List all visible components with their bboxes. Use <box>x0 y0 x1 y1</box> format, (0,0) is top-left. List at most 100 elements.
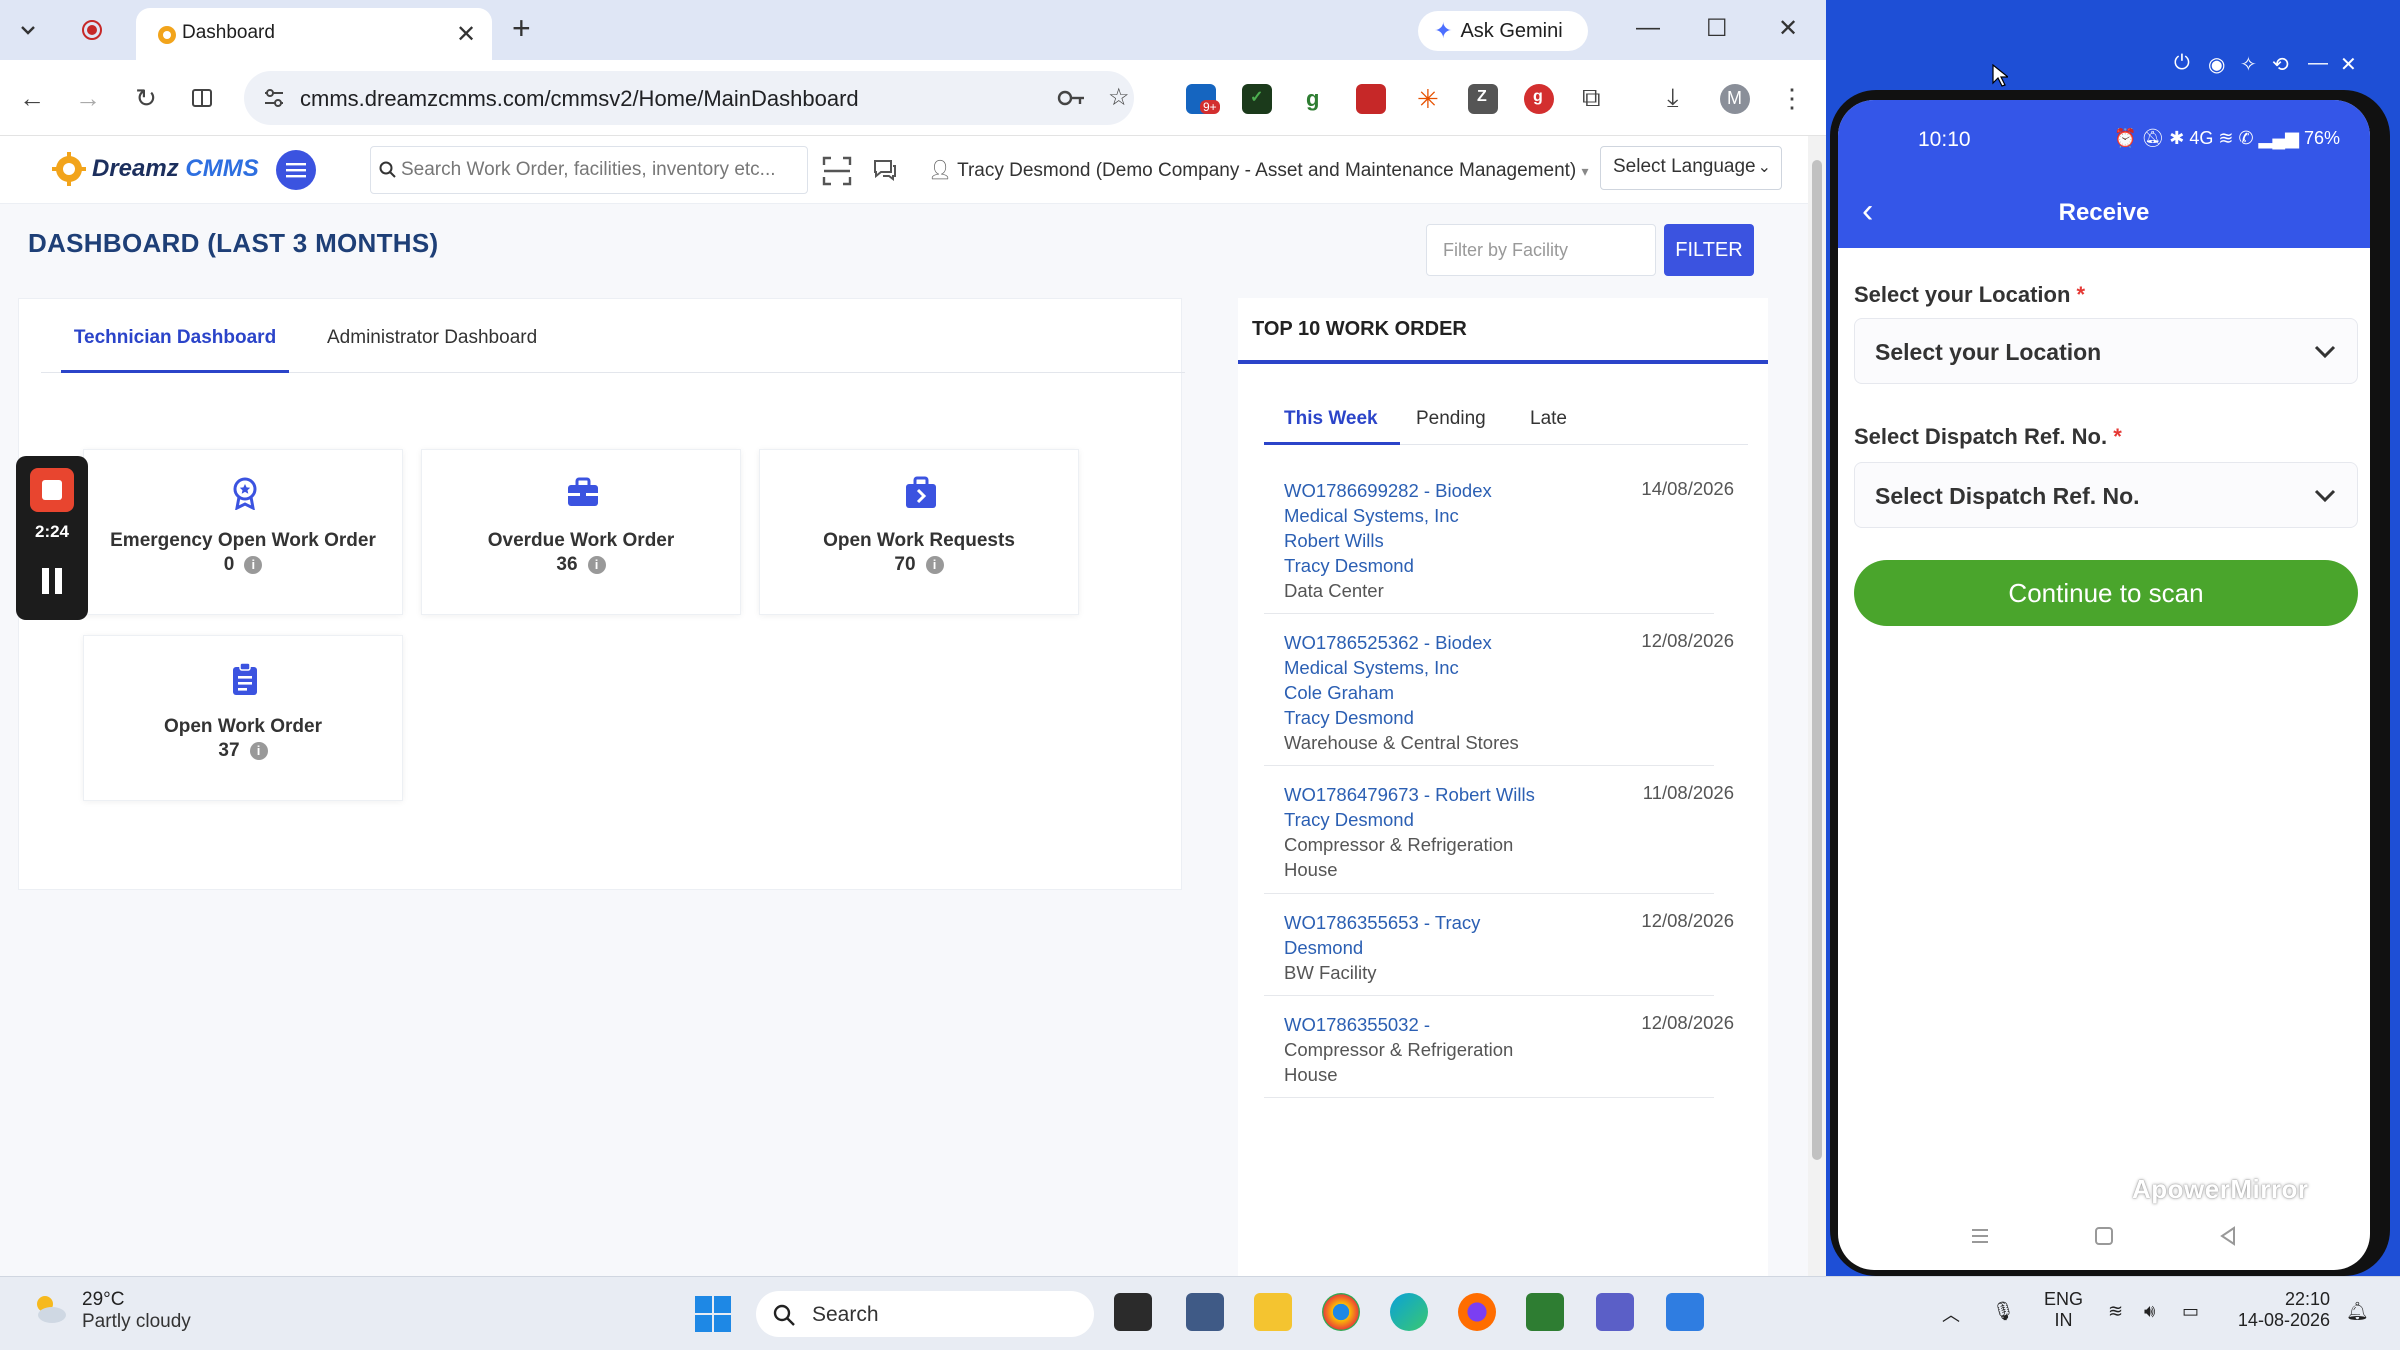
tab-this-week[interactable]: This Week <box>1284 408 1378 430</box>
extension-z-icon[interactable]: Z <box>1468 84 1498 114</box>
continue-to-scan-button[interactable]: Continue to scan <box>1854 560 2358 626</box>
address-bar[interactable]: cmms.dreamzcmms.com/cmmsv2/Home/MainDash… <box>244 71 1134 125</box>
edge-icon[interactable] <box>1390 1293 1428 1331</box>
split-view-icon[interactable] <box>186 82 218 114</box>
scrollbar-thumb[interactable] <box>1812 160 1822 1160</box>
power-icon[interactable]: ⏻ <box>2174 52 2190 75</box>
back-nav-icon[interactable] <box>2218 1226 2238 1246</box>
windows-start-icon[interactable] <box>694 1295 732 1333</box>
pause-icon[interactable] <box>40 566 64 596</box>
page-scrollbar[interactable] <box>1808 136 1826 1276</box>
tab-technician-dashboard[interactable]: Technician Dashboard <box>61 299 289 373</box>
wo-line[interactable]: Medical Systems, Inc <box>1284 655 1714 680</box>
mail-app-icon[interactable] <box>1186 1293 1224 1331</box>
kpi-emergency-open-work-order[interactable]: Emergency Open Work Order 0i <box>83 449 403 615</box>
language-select[interactable]: Select Language ⌄ <box>1600 146 1782 190</box>
kpi-open-work-requests[interactable]: Open Work Requests 70 i <box>759 449 1079 615</box>
tab-late[interactable]: Late <box>1530 408 1567 430</box>
notifications-bell-icon[interactable]: 🔔︎ <box>2346 1301 2369 1322</box>
firefox-icon[interactable] <box>1458 1293 1496 1331</box>
wo-line[interactable]: Desmond <box>1284 935 1714 960</box>
rotate-icon[interactable]: ⟲ <box>2272 52 2289 77</box>
wo-line[interactable]: Robert Wills <box>1284 528 1714 553</box>
back-icon[interactable]: ← <box>16 82 48 114</box>
kpi-overdue-work-order[interactable]: Overdue Work Order 36 i <box>421 449 741 615</box>
facility-filter-field[interactable] <box>1426 224 1656 276</box>
info-icon[interactable]: i <box>925 555 944 574</box>
close-window-icon[interactable]: ✕ <box>1778 14 1798 43</box>
clock[interactable]: 22:10 14-08-2026 <box>2234 1289 2330 1331</box>
extensions-puzzle-icon[interactable]: ⧉ <box>1580 82 1610 114</box>
wo-line[interactable]: Medical Systems, Inc <box>1284 503 1714 528</box>
apowermirror-app-icon[interactable] <box>1666 1293 1704 1331</box>
new-tab-button[interactable]: + <box>512 12 531 44</box>
info-icon[interactable]: i <box>249 741 268 760</box>
browser-menu-icon[interactable]: ⋮ <box>1776 82 1808 114</box>
ask-gemini-button[interactable]: ✦ Ask Gemini <box>1418 11 1588 51</box>
scan-icon[interactable] <box>822 156 852 186</box>
tab-dashboard[interactable]: Dashboard ✕ <box>136 8 492 60</box>
wifi-icon[interactable]: ≋ <box>2108 1301 2123 1322</box>
dispatch-select[interactable]: Select Dispatch Ref. No. <box>1854 462 2358 528</box>
work-order-item[interactable]: WO1786355032 - Compressor & Refrigeratio… <box>1264 996 1734 1098</box>
weather-widget[interactable]: 29°C Partly cloudy <box>30 1289 191 1333</box>
record-screen-icon[interactable]: ◉ <box>2208 52 2225 77</box>
global-search[interactable] <box>370 146 808 194</box>
close-mirror-icon[interactable]: ✕ <box>2340 52 2357 77</box>
info-icon[interactable]: i <box>244 555 263 574</box>
extension-1-icon[interactable]: 9+ <box>1186 84 1220 114</box>
battery-icon[interactable]: ▭ <box>2182 1301 2199 1322</box>
home-icon[interactable] <box>2094 1226 2114 1246</box>
minimize-mirror-icon[interactable]: — <box>2308 52 2328 75</box>
wo-line[interactable]: Cole Graham <box>1284 680 1714 705</box>
tab-search-chevron-icon[interactable] <box>12 14 44 46</box>
taskbar-search[interactable]: Search <box>756 1291 1094 1337</box>
extension-check-icon[interactable]: ✓ <box>1242 84 1272 114</box>
profile-avatar[interactable]: M <box>1720 84 1750 114</box>
extension-leaf-icon[interactable]: g <box>1298 84 1328 114</box>
work-order-item[interactable]: WO1786479673 - Robert Wills Tracy Desmon… <box>1264 766 1734 894</box>
teams-icon[interactable] <box>1596 1293 1634 1331</box>
wo-line[interactable]: Tracy Desmond <box>1284 807 1714 832</box>
reload-icon[interactable]: ↻ <box>130 82 162 114</box>
work-order-item[interactable]: WO1786525362 - Biodex Medical Systems, I… <box>1264 614 1734 766</box>
info-icon[interactable]: i <box>587 555 606 574</box>
pin-icon[interactable]: ✧ <box>2240 52 2257 77</box>
task-view-icon[interactable] <box>1114 1293 1152 1331</box>
wo-line[interactable]: Tracy Desmond <box>1284 553 1714 578</box>
microphone-icon[interactable]: 🎙︎ <box>1992 1301 2015 1322</box>
show-hidden-icons-icon[interactable]: ︿ <box>1942 1301 1960 1327</box>
download-icon[interactable]: ⤓ <box>1662 82 1692 114</box>
facility-filter-input[interactable] <box>1427 225 1655 275</box>
photos-app-icon[interactable] <box>1526 1293 1564 1331</box>
minimize-icon[interactable]: — <box>1636 14 1660 42</box>
tab-pending[interactable]: Pending <box>1416 408 1486 430</box>
kpi-open-work-order[interactable]: Open Work Order 37 i <box>83 635 403 801</box>
password-key-icon[interactable] <box>1056 87 1086 109</box>
stop-recording-button[interactable] <box>30 468 74 512</box>
wo-line[interactable]: Tracy Desmond <box>1284 705 1714 730</box>
file-explorer-icon[interactable] <box>1254 1293 1292 1331</box>
work-order-item[interactable]: WO1786699282 - Biodex Medical Systems, I… <box>1264 462 1734 614</box>
close-tab-icon[interactable]: ✕ <box>456 20 476 49</box>
user-menu[interactable]: 👤︎ Tracy Desmond (Demo Company - Asset a… <box>928 158 1589 182</box>
extension-pdf-icon[interactable] <box>1356 84 1386 114</box>
forward-icon[interactable]: → <box>72 82 104 114</box>
chrome-icon[interactable] <box>1322 1293 1360 1331</box>
dreamz-cmms-logo[interactable]: Dreamz CMMS <box>52 152 259 186</box>
recents-icon[interactable] <box>1970 1226 1990 1246</box>
extension-asterisk-icon[interactable]: ✳ <box>1412 84 1442 114</box>
location-select[interactable]: Select your Location <box>1854 318 2358 384</box>
maximize-icon[interactable]: ☐ <box>1706 14 1728 43</box>
global-search-input[interactable] <box>401 157 801 183</box>
menu-toggle-button[interactable] <box>276 150 316 190</box>
filter-button[interactable]: FILTER <box>1664 224 1754 276</box>
record-icon[interactable] <box>76 14 108 46</box>
bookmark-star-icon[interactable]: ☆ <box>1108 83 1130 112</box>
volume-icon[interactable]: 🔊︎ <box>2144 1301 2155 1322</box>
site-settings-icon[interactable] <box>262 87 286 109</box>
tab-administrator-dashboard[interactable]: Administrator Dashboard <box>327 299 537 373</box>
chat-icon[interactable] <box>872 158 898 182</box>
work-order-item[interactable]: WO1786355653 - Tracy Desmond BW Facility… <box>1264 894 1734 996</box>
input-language[interactable]: ENG IN <box>2044 1289 2083 1331</box>
